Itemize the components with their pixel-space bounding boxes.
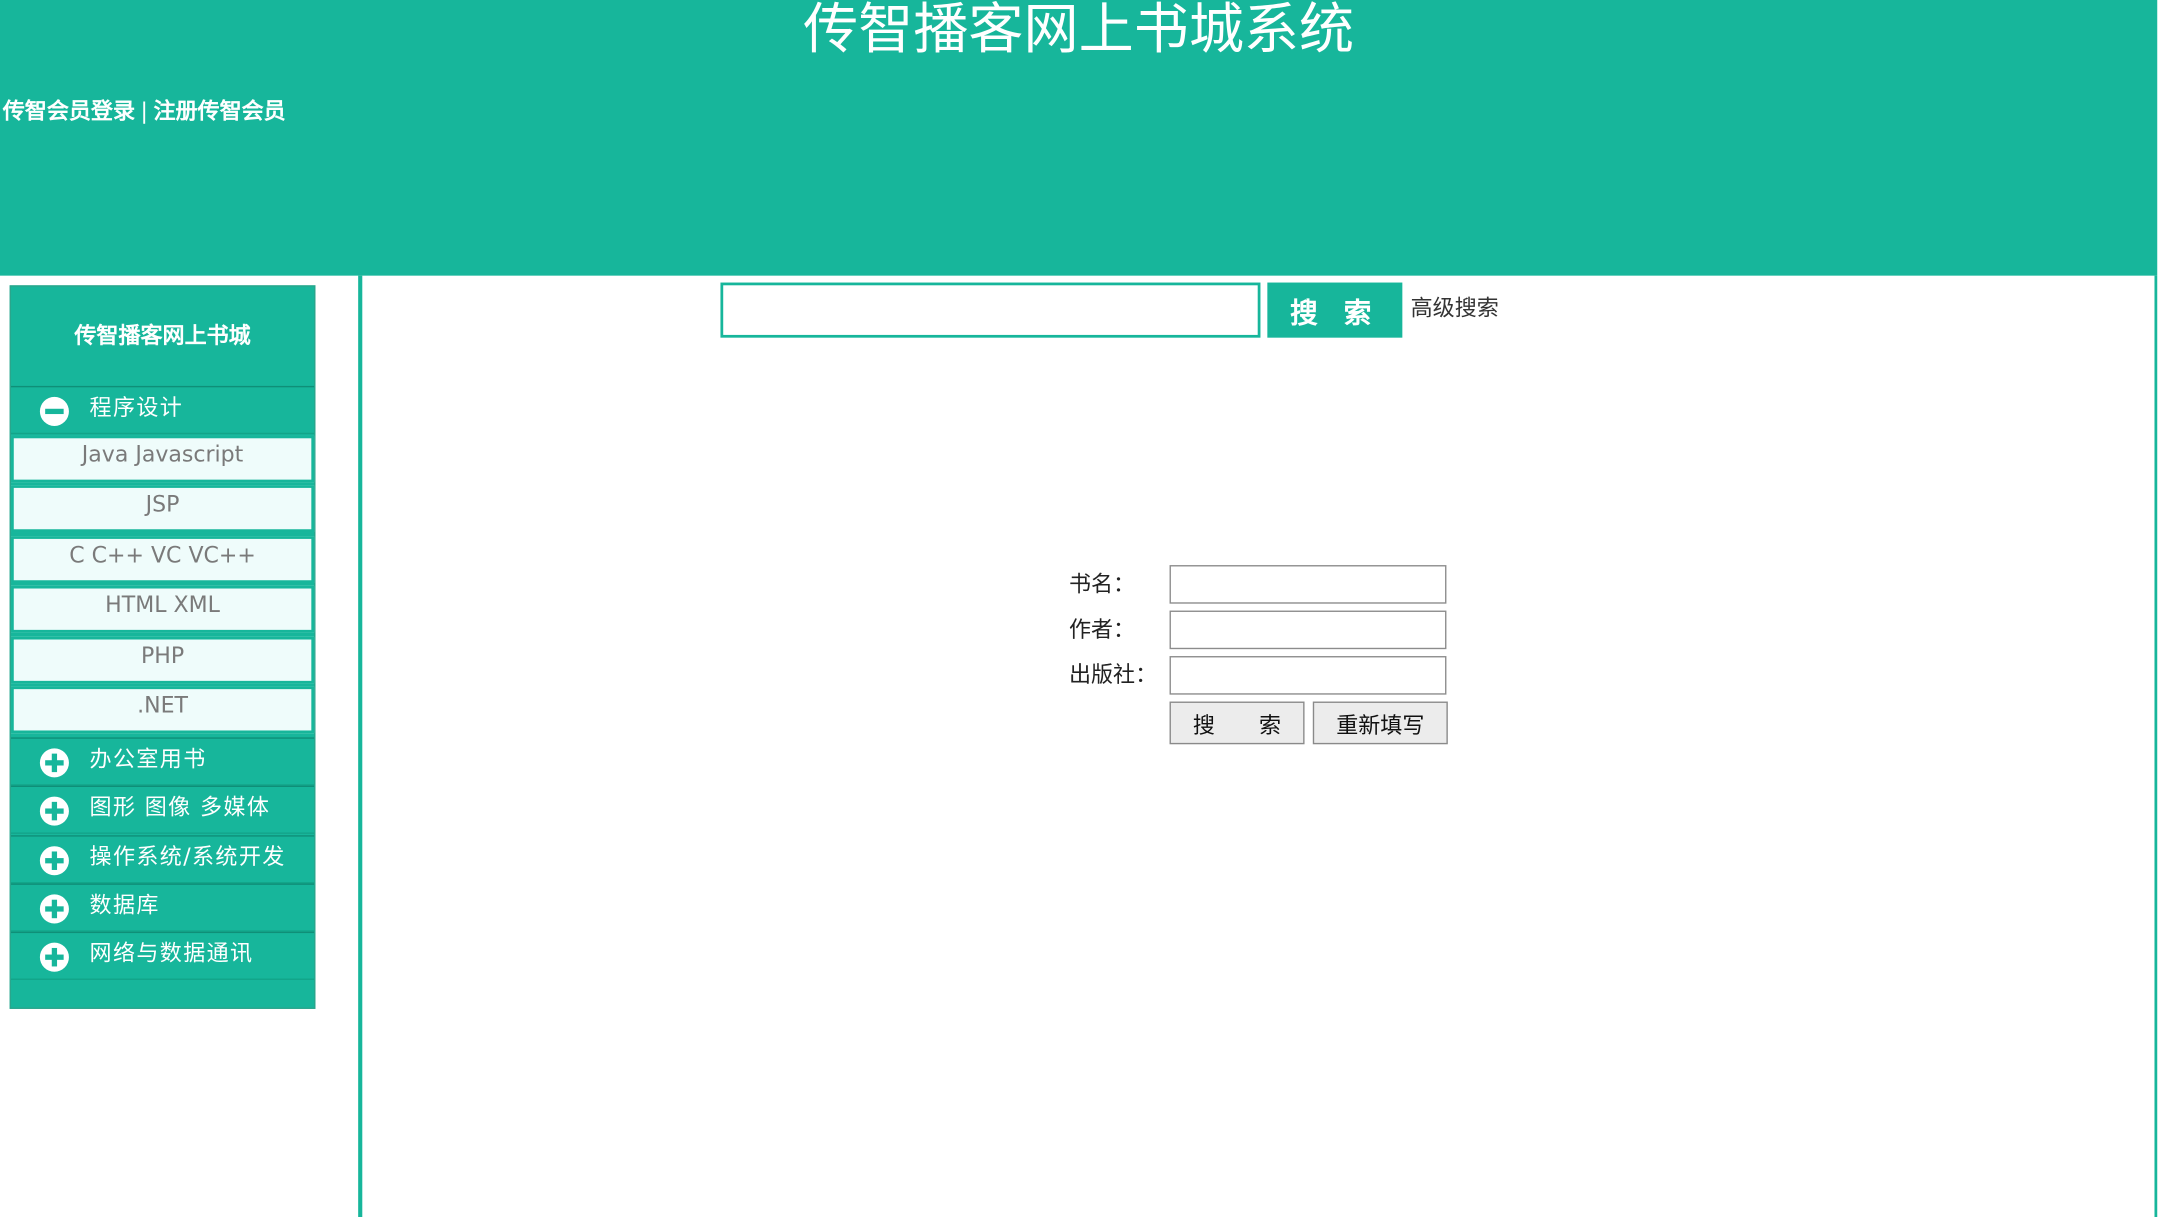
register-link[interactable]: 注册传智会员 xyxy=(153,98,285,124)
subcategory-c-cpp[interactable]: C C++ VC VC++ xyxy=(11,536,315,584)
category-label: 图形 图像 多媒体 xyxy=(89,793,271,821)
member-login-link[interactable]: 传智会员登录 xyxy=(3,98,135,124)
search-button[interactable]: 搜 索 xyxy=(1267,282,1403,338)
subcategory-jsp[interactable]: JSP xyxy=(11,485,315,533)
member-links: 传智会员登录 | 注册传智会员 xyxy=(3,96,286,126)
category-label: 网络与数据通讯 xyxy=(89,939,254,967)
subcategory-dotnet[interactable]: .NET xyxy=(11,686,315,734)
plus-circle-icon xyxy=(39,846,69,876)
page: 传智播客网上书城系统 传智会员登录 | 注册传智会员 传智播客网上书城 程序设计 J… xyxy=(0,0,2160,1217)
publisher-label: 出版社： xyxy=(1068,661,1158,688)
plus-circle-icon xyxy=(39,894,69,924)
content-divider-left xyxy=(358,275,363,1217)
subcategory-php[interactable]: PHP xyxy=(11,636,315,684)
author-input[interactable] xyxy=(1169,610,1447,650)
plus-circle-icon xyxy=(39,748,69,778)
category-label: 数据库 xyxy=(89,891,160,918)
author-label: 作者： xyxy=(1068,616,1136,643)
site-title: 传智播客网上书城系统 xyxy=(803,0,1355,63)
plus-circle-icon xyxy=(39,796,69,826)
content-divider-right xyxy=(2154,275,2158,1217)
minus-circle-icon xyxy=(39,396,69,426)
reset-form-button[interactable]: 重新填写 xyxy=(1312,701,1448,745)
category-label: 办公室用书 xyxy=(89,745,207,772)
category-office[interactable]: 办公室用书 xyxy=(11,737,315,786)
category-sidebar: 传智播客网上书城 程序设计 Java Javascript JSP C C++ … xyxy=(9,285,316,1009)
plus-circle-icon xyxy=(39,942,69,972)
category-database[interactable]: 数据库 xyxy=(11,883,315,932)
header: 传智播客网上书城系统 传智会员登录 | 注册传智会员 xyxy=(0,0,2158,276)
category-programming[interactable]: 程序设计 xyxy=(11,385,315,435)
category-graphics-multimedia[interactable]: 图形 图像 多媒体 xyxy=(11,785,315,834)
publisher-input[interactable] xyxy=(1169,656,1447,695)
link-separator: | xyxy=(140,97,148,125)
sidebar-title: 传智播客网上书城 xyxy=(74,322,251,349)
subcategory-html-xml[interactable]: HTML XML xyxy=(11,585,315,633)
category-networking[interactable]: 网络与数据通讯 xyxy=(11,931,315,980)
search-input[interactable] xyxy=(720,282,1261,338)
book-name-label: 书名： xyxy=(1068,570,1136,597)
advanced-search-submit-button[interactable]: 搜 索 xyxy=(1169,701,1305,745)
category-label: 操作系统/系统开发 xyxy=(89,843,286,870)
category-label: 程序设计 xyxy=(89,394,184,421)
subcategory-java-javascript[interactable]: Java Javascript xyxy=(11,435,315,483)
book-name-input[interactable] xyxy=(1169,565,1447,604)
category-operating-systems[interactable]: 操作系统/系统开发 xyxy=(11,835,315,884)
advanced-search-link[interactable]: 高级搜索 xyxy=(1411,294,1499,324)
